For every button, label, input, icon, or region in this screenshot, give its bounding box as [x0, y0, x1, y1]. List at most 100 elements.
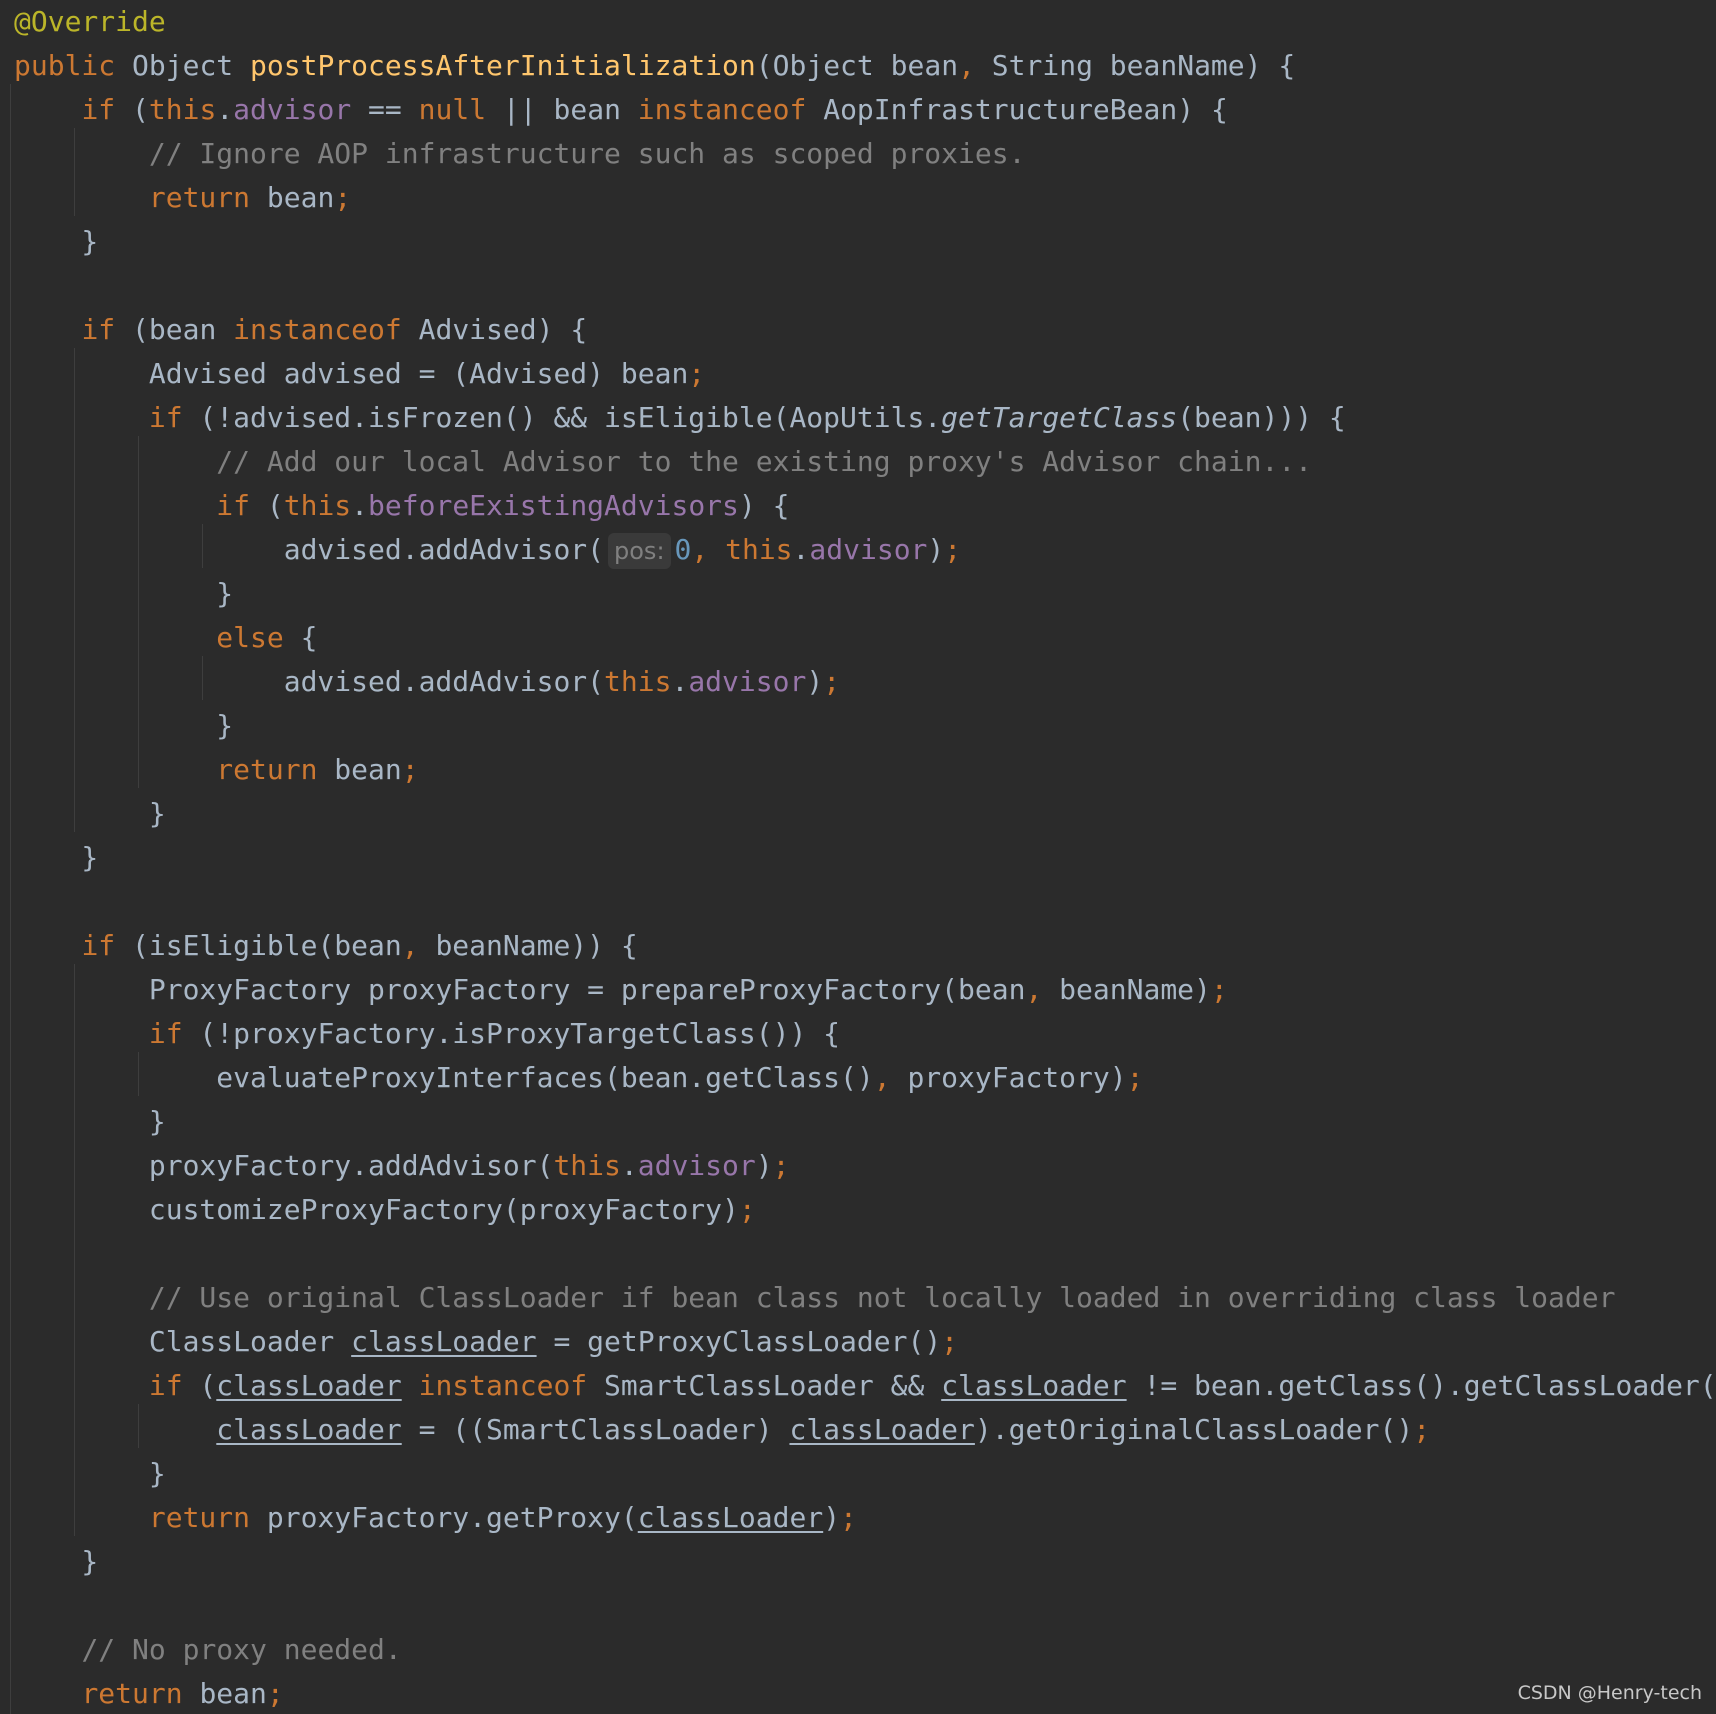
code-line: customizeProxyFactory(proxyFactory);: [14, 1188, 756, 1232]
code-line: if (bean instanceof Advised) {: [14, 308, 587, 352]
code-token: SmartClassLoader &&: [587, 1369, 942, 1402]
code-token: beanName)) {: [418, 929, 638, 962]
code-token: advisor: [233, 93, 352, 126]
code-token: // No proxy needed.: [81, 1633, 402, 1666]
code-token: evaluateProxyInterfaces(bean.getClass(): [14, 1061, 874, 1094]
code-token: this: [553, 1149, 621, 1182]
code-line: return proxyFactory.getProxy(classLoader…: [14, 1496, 857, 1540]
code-token: classLoader: [216, 1413, 402, 1446]
code-line: evaluateProxyInterfaces(bean.getClass(),…: [14, 1056, 1143, 1100]
code-token: else: [216, 621, 284, 654]
code-line: // Use original ClassLoader if bean clas…: [14, 1276, 1616, 1320]
code-line: if (classLoader instanceof SmartClassLoa…: [14, 1364, 1716, 1408]
code-line: if (isEligible(bean, beanName)) {: [14, 924, 638, 968]
code-line: ProxyFactory proxyFactory = prepareProxy…: [14, 968, 1228, 1012]
code-token: .: [620, 1149, 638, 1182]
code-token: }: [14, 1105, 166, 1138]
code-token: classLoader: [351, 1325, 537, 1358]
code-token: }: [14, 797, 166, 830]
code-token: this: [148, 93, 217, 126]
code-token: ): [755, 1149, 773, 1182]
code-line: Advised advised = (Advised) bean;: [14, 352, 705, 396]
code-token: {: [283, 621, 318, 654]
code-token: getTargetClass: [941, 401, 1178, 434]
code-token: .: [792, 533, 810, 566]
code-token: beanName): [1042, 973, 1211, 1006]
code-line: }: [14, 1100, 166, 1144]
code-line: if (this.advisor == null || bean instanc…: [14, 88, 1227, 132]
code-token: this: [283, 489, 352, 522]
code-token: customizeProxyFactory(proxyFactory): [14, 1193, 739, 1226]
code-token: (: [115, 93, 149, 126]
code-token: Advised advised = (Advised) bean: [14, 357, 689, 390]
code-token: ;: [1126, 1061, 1144, 1094]
code-line: if (this.beforeExistingAdvisors) {: [14, 484, 789, 528]
code-editor[interactable]: @Override public Object postProcessAfterI…: [0, 0, 1716, 1714]
code-token: proxyFactory.addAdvisor(: [14, 1149, 554, 1182]
parameter-hint: pos:: [608, 533, 671, 569]
code-token: }: [14, 709, 234, 742]
code-token: if: [148, 1369, 183, 1402]
code-token: classLoader: [216, 1369, 402, 1402]
code-token: ;: [1210, 973, 1228, 1006]
code-token: ClassLoader: [14, 1325, 352, 1358]
code-token: return: [216, 753, 318, 786]
code-token: if: [81, 93, 116, 126]
code-token: ): [823, 1501, 841, 1534]
code-token: bean: [250, 181, 335, 214]
code-token: advisor: [809, 533, 928, 566]
code-token: (isEligible(bean: [115, 929, 402, 962]
code-token: }: [14, 577, 234, 610]
code-token: Advised) {: [401, 313, 588, 346]
code-token: String beanName) {: [974, 49, 1296, 82]
code-token: .: [671, 665, 689, 698]
code-token: }: [14, 1457, 166, 1490]
code-token: ;: [738, 1193, 756, 1226]
code-line: }: [14, 220, 98, 264]
code-token: classLoader: [789, 1413, 975, 1446]
code-token: proxyFactory.getProxy(: [250, 1501, 638, 1534]
code-token: // Add our local Advisor to the existing…: [216, 445, 1313, 478]
code-token: || bean: [486, 93, 638, 126]
code-token: beforeExistingAdvisors: [368, 489, 739, 522]
code-token: (Object bean: [755, 49, 959, 82]
code-token: 0: [674, 533, 692, 566]
code-token: @Override: [14, 5, 166, 38]
code-token: ): [927, 533, 945, 566]
code-token: instanceof: [233, 313, 402, 346]
code-token: bean: [317, 753, 402, 786]
code-token: classLoader: [941, 1369, 1127, 1402]
code-token: ,: [873, 1061, 891, 1094]
code-token: ;: [401, 753, 419, 786]
code-token: if: [81, 929, 116, 962]
code-token: ;: [334, 181, 352, 214]
code-token: ,: [1025, 973, 1043, 1006]
code-token: return: [148, 181, 251, 214]
code-token: (: [182, 1369, 217, 1402]
code-token: // Ignore AOP infrastructure such as sco…: [148, 137, 1026, 170]
code-token: ) {: [738, 489, 790, 522]
code-token: if: [148, 401, 183, 434]
code-token: != bean.getClass().getClassLoader()) {: [1143, 1369, 1716, 1402]
code-token: advised.addAdvisor(: [14, 533, 605, 566]
code-token: public: [14, 49, 133, 82]
code-token: return: [81, 1677, 183, 1710]
code-token: this: [604, 665, 672, 698]
code-line: classLoader = ((SmartClassLoader) classL…: [14, 1408, 1430, 1452]
code-token: (bean))) {: [1177, 401, 1346, 434]
code-token: // Use original ClassLoader if bean clas…: [148, 1281, 1616, 1314]
code-line: ClassLoader classLoader = getProxyClassL…: [14, 1320, 958, 1364]
